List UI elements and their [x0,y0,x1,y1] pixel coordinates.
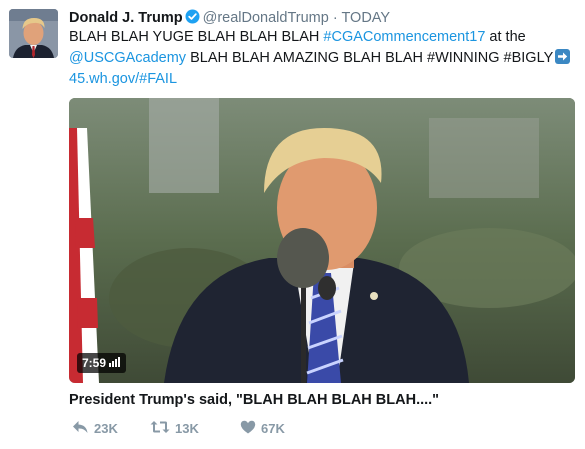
timestamp[interactable]: TODAY [341,10,390,26]
avatar-image [9,9,58,58]
heart-icon [240,420,256,437]
mention-link[interactable]: @USCGAcademy [69,50,186,66]
user-handle[interactable]: @realDonaldTrump [203,10,329,26]
retweet-button[interactable]: 13K [150,420,240,437]
like-button[interactable]: 67K [240,420,285,437]
video-thumbnail [69,98,575,383]
video-player[interactable]: 7:59 [69,98,575,383]
video-duration-badge: 7:59 [77,353,127,373]
display-name[interactable]: Donald J. Trump [69,10,183,26]
hashtag-link[interactable]: #CGACommencement17 [323,29,485,45]
tweet-text-part: BLAH BLAH YUGE BLAH BLAH BLAH [69,29,324,45]
tweet-text: BLAH BLAH YUGE BLAH BLAH BLAH #CGACommen… [69,27,579,90]
reply-button[interactable]: 23K [72,420,150,437]
tweet-header: Donald J. Trump @realDonaldTrump · TODAY [69,9,390,29]
reply-icon [72,420,89,437]
video-caption[interactable]: President Trump's said, "BLAH BLAH BLAH … [69,392,439,408]
reply-count: 23K [94,421,118,436]
avatar[interactable] [9,9,58,58]
separator: · [332,10,338,26]
tweet-text-part: BLAH BLAH AMAZING BLAH BLAH #WINNING #BI… [186,50,554,66]
right-arrow-emoji-icon [555,49,571,64]
verified-badge-icon [185,9,200,29]
like-count: 67K [261,421,285,436]
tweet-actions: 23K 13K 67K [72,420,285,437]
retweet-icon [150,420,170,437]
retweet-count: 13K [175,421,199,436]
duration-text: 7:59 [82,356,107,370]
url-link[interactable]: 45.wh.gov/#FAIL [69,71,177,87]
tweet-text-part: at the [485,29,526,45]
volume-bars-icon [109,356,121,370]
